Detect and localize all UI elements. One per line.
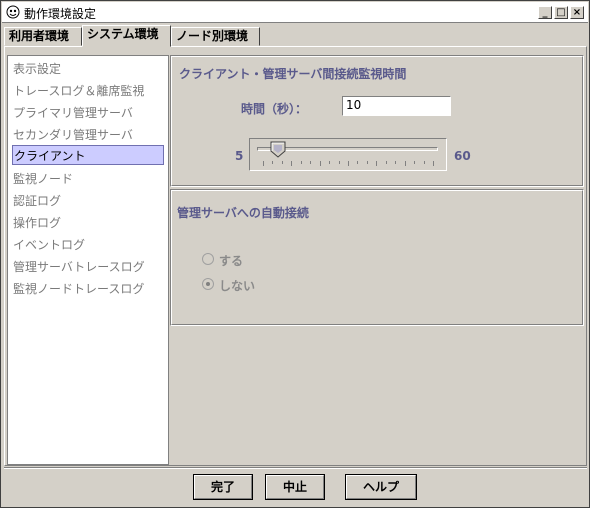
nav-item-event-log[interactable]: イベントログ [12, 235, 164, 255]
slider-tick [357, 161, 358, 164]
slider-tick [320, 161, 321, 166]
tab-user-environment[interactable]: 利用者環境 [4, 27, 82, 46]
cancel-button-label: 中止 [282, 480, 307, 494]
slider-tick [301, 161, 302, 164]
slider-tick [263, 161, 264, 166]
tab-system-environment[interactable]: システム環境 [82, 25, 171, 47]
slider-tick [433, 161, 434, 166]
time-seconds-label: 時間（秒）： [241, 102, 308, 116]
settings-window: 動作環境設定 _ □ × 利用者環境 システム環境 ノード別環境 表示設定 トレ… [0, 0, 590, 508]
radio-auto-connect-yes[interactable] [202, 253, 214, 265]
slider-max-label: 60 [454, 149, 471, 163]
button-bar-separator [4, 467, 587, 469]
app-icon [6, 5, 20, 19]
slider-tick [329, 161, 330, 164]
minimize-button[interactable]: _ [538, 6, 552, 19]
client-panel-title: クライアント・管理サーバ間接続監視時間 [179, 67, 407, 81]
nav-item-display[interactable]: 表示設定 [12, 59, 164, 79]
title-bar[interactable]: 動作環境設定 _ □ × [2, 2, 588, 23]
nav-item-auth-log[interactable]: 認証ログ [12, 191, 164, 211]
slider-tick [414, 161, 415, 164]
time-seconds-input[interactable]: 10 [342, 96, 451, 116]
help-button[interactable]: ヘルプ [345, 474, 417, 500]
maximize-button[interactable]: □ [554, 6, 568, 19]
nav-item-node-trace-log[interactable]: 監視ノードトレースログ [12, 279, 164, 299]
slider-thumb[interactable] [270, 141, 286, 158]
settings-category-list: 表示設定 トレースログ＆離席監視 プライマリ管理サーバ セカンダリ管理サーバ ク… [7, 55, 169, 465]
nav-item-server-trace-log[interactable]: 管理サーバトレースログ [12, 257, 164, 277]
slider-tick [367, 161, 368, 164]
slider-tick [348, 161, 349, 166]
slider-tick [310, 161, 311, 164]
tab-node-environment[interactable]: ノード別環境 [171, 27, 260, 46]
nav-item-operation-log[interactable]: 操作ログ [12, 213, 164, 233]
close-button[interactable]: × [570, 6, 584, 19]
cancel-button[interactable]: 中止 [265, 474, 325, 500]
slider-min-label: 5 [235, 149, 244, 163]
radio-no-label: しない [219, 279, 256, 293]
radio-yes-label: する [219, 254, 244, 268]
help-button-label: ヘルプ [362, 480, 399, 494]
ok-button-label: 完了 [210, 480, 235, 494]
ok-button[interactable]: 完了 [193, 474, 253, 500]
slider-tick [405, 161, 406, 166]
slider-tick [386, 161, 387, 164]
auto-connect-title: 管理サーバへの自動接続 [177, 206, 309, 220]
window-title: 動作環境設定 [24, 7, 97, 21]
slider-tick [339, 161, 340, 164]
slider-tick [291, 161, 292, 166]
nav-item-primary-server[interactable]: プライマリ管理サーバ [12, 103, 164, 123]
nav-item-secondary-server[interactable]: セカンダリ管理サーバ [12, 125, 164, 145]
radio-auto-connect-no[interactable] [202, 278, 214, 290]
slider-tick [424, 161, 425, 164]
nav-item-monitor-node[interactable]: 監視ノード [12, 169, 164, 189]
nav-item-client[interactable]: クライアント [12, 145, 164, 165]
slider-tick [282, 161, 283, 164]
slider-tick [376, 161, 377, 166]
slider-tick [395, 161, 396, 164]
nav-item-trace-log[interactable]: トレースログ＆離席監視 [12, 81, 164, 101]
slider-tick [272, 161, 273, 164]
